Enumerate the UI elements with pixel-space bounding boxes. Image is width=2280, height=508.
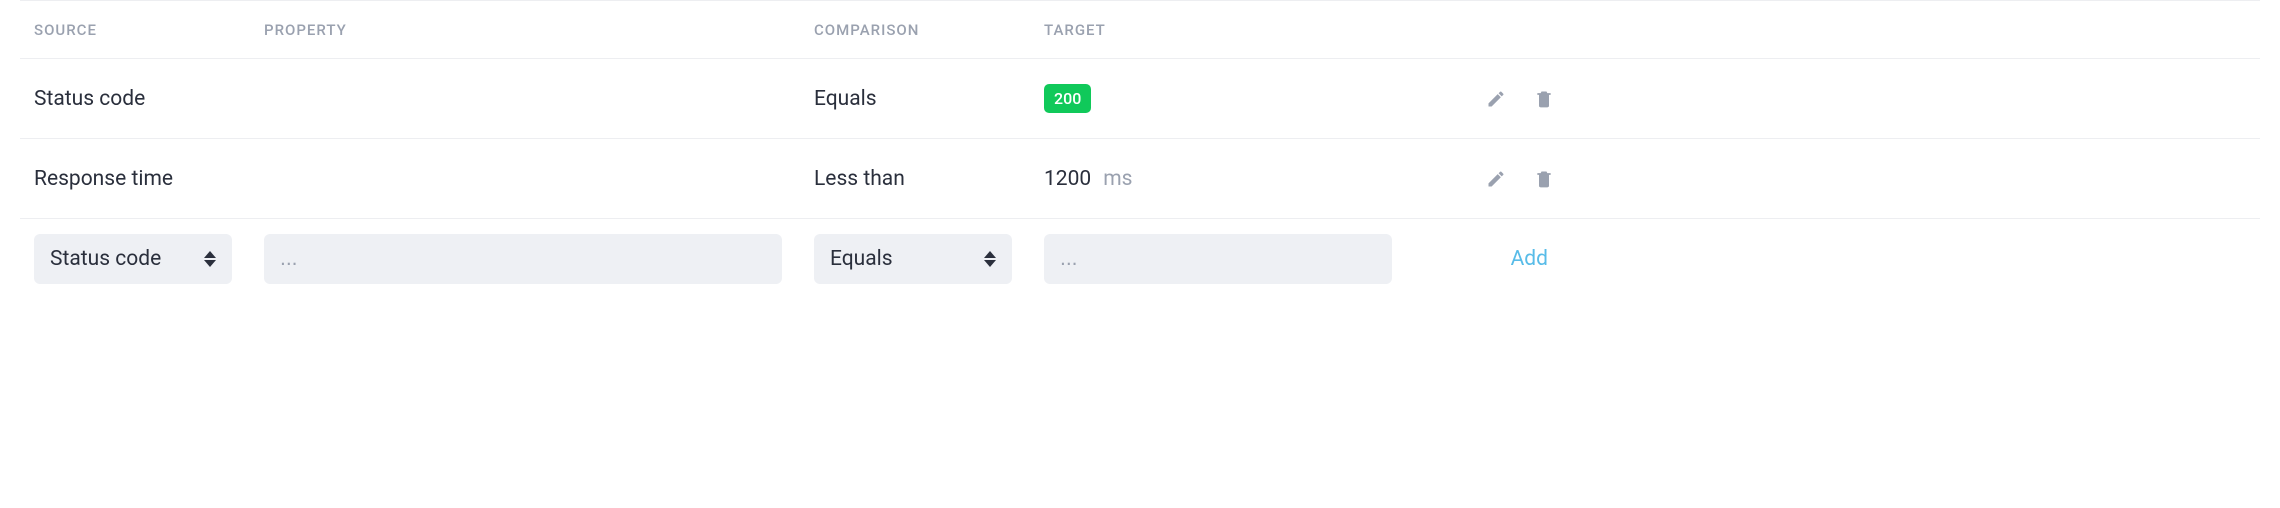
header-source: SOURCE <box>34 21 264 39</box>
edit-icon[interactable] <box>1486 169 1506 189</box>
cell-source: Status code <box>34 87 264 111</box>
cell-target: 200 <box>1044 84 1424 113</box>
status-badge: 200 <box>1044 84 1091 113</box>
header-comparison: COMPARISON <box>814 21 1044 39</box>
header-target: TARGET <box>1044 21 1424 39</box>
source-select-cell: Status code <box>34 234 264 284</box>
cell-actions <box>1424 169 1554 189</box>
table-row: Response time Less than 1200 ms <box>20 138 2260 218</box>
target-value: 1200 <box>1044 167 1091 191</box>
assertions-table: SOURCE PROPERTY COMPARISON TARGET Status… <box>20 0 2260 298</box>
add-button[interactable]: Add <box>1424 247 1554 271</box>
cell-comparison: Less than <box>814 167 1044 191</box>
chevron-updown-icon <box>984 250 998 268</box>
target-unit: ms <box>1103 167 1132 191</box>
comparison-select-value: Equals <box>830 247 893 271</box>
source-select-value: Status code <box>50 247 161 271</box>
edit-icon[interactable] <box>1486 89 1506 109</box>
delete-icon[interactable] <box>1534 89 1554 109</box>
comparison-select[interactable]: Equals <box>814 234 1012 284</box>
property-input-cell <box>264 234 814 284</box>
property-input[interactable] <box>264 234 782 284</box>
cell-source: Response time <box>34 167 264 191</box>
delete-icon[interactable] <box>1534 169 1554 189</box>
add-row: Status code Equals Add <box>20 218 2260 298</box>
comparison-select-cell: Equals <box>814 234 1044 284</box>
cell-actions <box>1424 89 1554 109</box>
cell-comparison: Equals <box>814 87 1044 111</box>
table-header-row: SOURCE PROPERTY COMPARISON TARGET <box>20 0 2260 58</box>
table-row: Status code Equals 200 <box>20 58 2260 138</box>
target-input-cell <box>1044 234 1424 284</box>
target-input[interactable] <box>1044 234 1392 284</box>
source-select[interactable]: Status code <box>34 234 232 284</box>
chevron-updown-icon <box>204 250 218 268</box>
header-property: PROPERTY <box>264 21 814 39</box>
cell-target: 1200 ms <box>1044 167 1424 191</box>
